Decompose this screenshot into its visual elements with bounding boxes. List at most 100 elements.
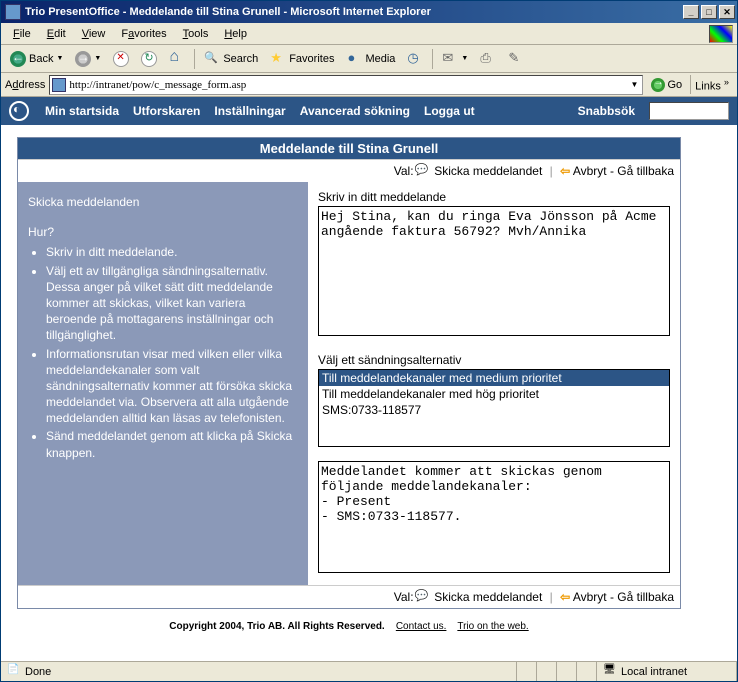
trio-logo-icon bbox=[9, 101, 29, 121]
window: Trio PresentOffice - Meddelande till Sti… bbox=[0, 0, 738, 682]
alt-label: Välj ett sändningsalternativ bbox=[318, 353, 670, 367]
help-heading: Skicka meddelanden bbox=[28, 194, 298, 210]
maximize-button[interactable]: □ bbox=[701, 5, 717, 19]
cancel-link[interactable]: Avbryt - Gå tillbaka bbox=[573, 590, 674, 604]
info-textarea: Meddelandet kommer att skickas genom föl… bbox=[318, 461, 670, 573]
cancel-link[interactable]: Avbryt - Gå tillbaka bbox=[573, 164, 674, 178]
help-list: Skriv in ditt meddelande. Välj ett av ti… bbox=[28, 244, 298, 460]
nav-logga-ut[interactable]: Logga ut bbox=[424, 104, 475, 118]
stop-button[interactable] bbox=[108, 48, 134, 70]
links-button[interactable]: Links » bbox=[690, 75, 733, 95]
favorites-button[interactable]: Favorites bbox=[265, 48, 339, 70]
status-slot bbox=[537, 662, 557, 681]
edit-icon bbox=[508, 51, 524, 67]
trio-web-link[interactable]: Trio on the web. bbox=[457, 621, 528, 632]
alt-option[interactable]: SMS:0733-118577 bbox=[319, 402, 669, 418]
menu-tools[interactable]: Tools bbox=[175, 26, 217, 42]
toolbar: Back ▼ ▼ Search Favorites Media ▼ bbox=[1, 45, 737, 73]
document-icon bbox=[7, 665, 21, 679]
menubar: File Edit View Favorites Tools Help bbox=[1, 23, 737, 45]
window-title: Trio PresentOffice - Meddelande till Sti… bbox=[25, 6, 683, 18]
media-icon bbox=[346, 51, 362, 67]
action-bar-bottom: Val: Skicka meddelandet | ⇦ Avbryt - Gå … bbox=[18, 585, 680, 608]
minimize-button[interactable]: _ bbox=[683, 5, 699, 19]
status-zone: Local intranet bbox=[597, 662, 737, 681]
media-label: Media bbox=[365, 53, 395, 65]
cancel-icon: ⇦ bbox=[560, 164, 570, 178]
separator bbox=[194, 49, 195, 69]
mail-icon bbox=[442, 51, 458, 67]
search-button[interactable]: Search bbox=[199, 48, 263, 70]
snabbsok-input[interactable] bbox=[649, 102, 729, 120]
app-nav: Min startsida Utforskaren Inställningar … bbox=[1, 97, 737, 125]
home-button[interactable] bbox=[164, 48, 190, 70]
send-icon bbox=[417, 592, 431, 604]
content-area: Min startsida Utforskaren Inställningar … bbox=[1, 97, 737, 661]
stop-icon bbox=[113, 51, 129, 67]
mail-button[interactable]: ▼ bbox=[437, 48, 473, 70]
titlebar: Trio PresentOffice - Meddelande till Sti… bbox=[1, 1, 737, 23]
val-label: Val: bbox=[394, 164, 414, 178]
edit-button[interactable] bbox=[503, 48, 529, 70]
home-icon bbox=[169, 51, 185, 67]
help-column: Skicka meddelanden Hur? Skriv in ditt me… bbox=[18, 182, 308, 585]
message-label: Skriv in ditt meddelande bbox=[318, 190, 670, 204]
statusbar: Done Local intranet bbox=[1, 661, 737, 681]
chevron-down-icon: ▼ bbox=[94, 55, 101, 62]
alt-option[interactable]: Till meddelandekanaler med hög prioritet bbox=[319, 386, 669, 402]
address-bar: Address ▼ Go Links » bbox=[1, 73, 737, 97]
message-textarea[interactable] bbox=[318, 206, 670, 336]
history-button[interactable] bbox=[402, 48, 428, 70]
go-label: Go bbox=[667, 79, 682, 91]
menu-favorites[interactable]: Favorites bbox=[113, 26, 174, 42]
chevron-down-icon[interactable]: ▼ bbox=[629, 80, 641, 89]
help-hur: Hur? bbox=[28, 224, 298, 240]
chevron-down-icon: ▼ bbox=[56, 55, 63, 62]
help-item: Skriv in ditt meddelande. bbox=[46, 244, 298, 260]
history-icon bbox=[407, 51, 423, 67]
send-link[interactable]: Skicka meddelandet bbox=[434, 164, 542, 178]
nav-startsida[interactable]: Min startsida bbox=[45, 104, 119, 118]
refresh-icon bbox=[141, 51, 157, 67]
menu-edit[interactable]: Edit bbox=[39, 26, 74, 42]
status-slot bbox=[517, 662, 537, 681]
media-button[interactable]: Media bbox=[341, 48, 400, 70]
alt-listbox[interactable]: Till meddelandekanaler med medium priori… bbox=[318, 369, 670, 447]
back-label: Back bbox=[29, 53, 53, 65]
menu-help[interactable]: Help bbox=[216, 26, 255, 42]
nav-utforskaren[interactable]: Utforskaren bbox=[133, 104, 200, 118]
menu-file[interactable]: File bbox=[5, 26, 39, 42]
address-input[interactable] bbox=[69, 79, 628, 91]
refresh-button[interactable] bbox=[136, 48, 162, 70]
contact-link[interactable]: Contact us. bbox=[396, 621, 447, 632]
ie-logo-icon bbox=[709, 25, 733, 43]
status-slot bbox=[557, 662, 577, 681]
address-input-wrap[interactable]: ▼ bbox=[49, 75, 643, 95]
nav-sokning[interactable]: Avancerad sökning bbox=[300, 104, 410, 118]
footer: Copyright 2004, Trio AB. All Rights Rese… bbox=[17, 609, 681, 640]
alt-option[interactable]: Till meddelandekanaler med medium priori… bbox=[319, 370, 669, 386]
intranet-icon bbox=[603, 665, 617, 679]
status-text: Done bbox=[25, 666, 51, 678]
nav-installningar[interactable]: Inställningar bbox=[214, 104, 285, 118]
links-label: Links bbox=[695, 80, 721, 92]
menu-view[interactable]: View bbox=[74, 26, 114, 42]
back-button[interactable]: Back ▼ bbox=[5, 48, 68, 70]
separator bbox=[432, 49, 433, 69]
close-button[interactable]: ✕ bbox=[719, 5, 735, 19]
snabbsok-label: Snabbsök bbox=[578, 104, 635, 118]
print-button[interactable] bbox=[475, 48, 501, 70]
help-item: Sänd meddelandet genom att klicka på Ski… bbox=[46, 428, 298, 460]
panel-title: Meddelande till Stina Grunell bbox=[18, 138, 680, 159]
forward-button[interactable]: ▼ bbox=[70, 48, 106, 70]
address-label: Address bbox=[5, 79, 45, 91]
help-item: Välj ett av tillgängliga sändningsaltern… bbox=[46, 263, 298, 344]
star-icon bbox=[270, 51, 286, 67]
search-label: Search bbox=[223, 53, 258, 65]
form-column: Skriv in ditt meddelande Välj ett sändni… bbox=[308, 182, 680, 585]
go-button[interactable]: Go bbox=[647, 76, 686, 94]
copyright: Copyright 2004, Trio AB. All Rights Rese… bbox=[169, 621, 384, 632]
send-link[interactable]: Skicka meddelandet bbox=[434, 590, 542, 604]
message-panel: Meddelande till Stina Grunell Val: Skick… bbox=[17, 137, 681, 609]
zone-text: Local intranet bbox=[621, 666, 687, 678]
